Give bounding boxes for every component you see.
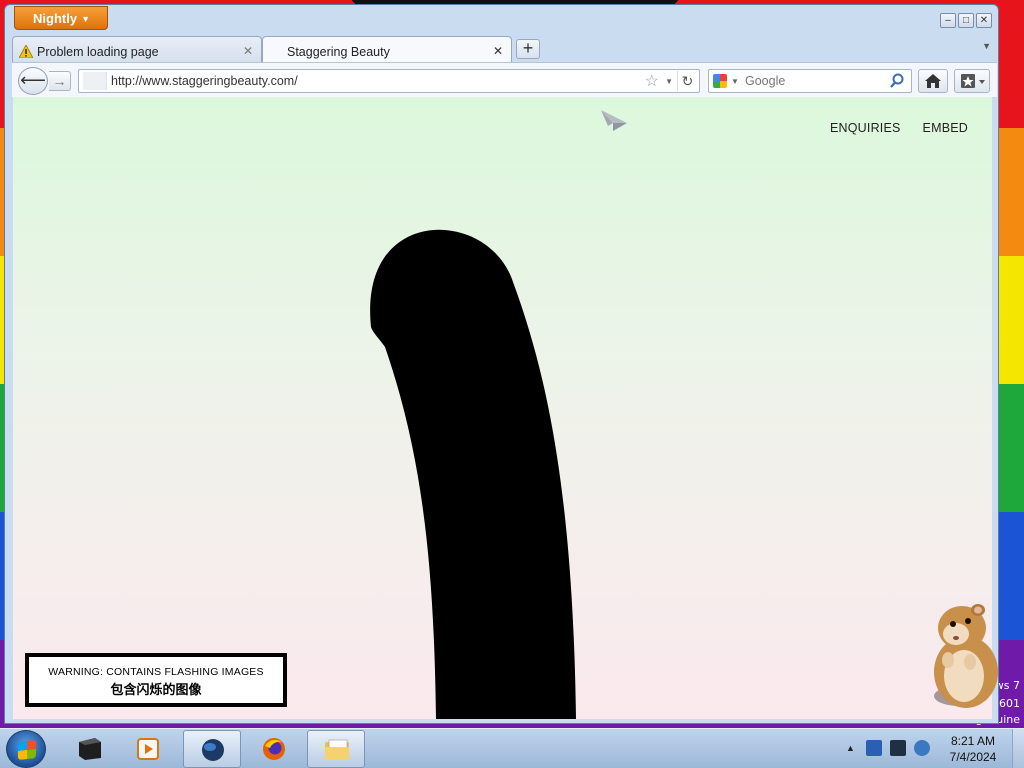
tab-label: Problem loading page [37, 45, 159, 59]
url-text[interactable]: http://www.staggeringbeauty.com/ [111, 74, 298, 88]
close-window-button[interactable]: ✕ [976, 13, 992, 28]
search-engine-dropdown-icon[interactable]: ▼ [731, 77, 739, 86]
taskbar-item-firefox[interactable] [245, 730, 303, 768]
system-tray: ▲ 8:21 AM 7/4/2024 [842, 729, 1024, 768]
address-bar[interactable]: http://www.staggeringbeauty.com/ ☆ ▼ ↻ [78, 69, 700, 93]
chevron-down-icon: ▼ [81, 14, 90, 24]
clock-date: 7/4/2024 [949, 750, 997, 764]
title-bar[interactable]: Nightly ▼ – □ ✕ [5, 5, 998, 35]
taskbar: ▲ 8:21 AM 7/4/2024 [0, 728, 1024, 768]
staggering-beauty-worm[interactable] [13, 97, 992, 719]
volume-icon[interactable] [914, 740, 930, 756]
close-tab-icon[interactable]: ✕ [243, 44, 253, 58]
paper-plane-icon[interactable] [599, 107, 629, 133]
taskbar-item-server-manager[interactable] [60, 730, 118, 768]
warning-text-chinese: 包含闪烁的图像 [110, 683, 202, 698]
server-icon [79, 738, 101, 760]
back-button[interactable]: ⟵ [18, 67, 48, 95]
bookmark-star-icon[interactable]: ☆ [645, 71, 659, 91]
browser-window: Nightly ▼ – □ ✕ Problem loading page ✕ St… [4, 4, 999, 724]
window-controls: – □ ✕ [940, 13, 992, 28]
history-dropdown-icon[interactable]: ▼ [665, 77, 673, 86]
google-logo-icon[interactable] [713, 74, 727, 88]
search-input[interactable]: Google [745, 74, 785, 88]
network-icon[interactable] [890, 740, 906, 756]
home-button[interactable] [918, 69, 948, 93]
navigation-toolbar: ⟵ → http://www.staggeringbeauty.com/ ☆ ▼… [12, 62, 997, 97]
media-player-icon [137, 738, 159, 760]
bookmarks-menu-button[interactable] [954, 69, 990, 93]
nightly-menu-button[interactable]: Nightly ▼ [14, 6, 108, 30]
tab-problem-loading[interactable]: Problem loading page ✕ [12, 36, 262, 62]
forward-arrow-icon: → [52, 73, 67, 89]
site-identity-icon[interactable] [83, 72, 107, 90]
home-icon [925, 74, 941, 88]
tab-staggering-beauty[interactable]: Staggering Beauty ✕ [262, 36, 512, 62]
tray-app-icon[interactable] [866, 740, 882, 756]
clock-time: 8:21 AM [950, 734, 996, 748]
maximize-button[interactable]: □ [958, 13, 974, 28]
page-content[interactable]: ENQUIRIES EMBED WARNING: CONTAINS FLASHI… [13, 97, 992, 719]
reload-icon[interactable]: ↻ [677, 71, 697, 91]
windows-logo-icon [18, 740, 36, 760]
warning-icon [19, 45, 33, 58]
close-tab-icon[interactable]: ✕ [493, 44, 503, 58]
bookmarks-icon [961, 74, 985, 88]
tab-label: Staggering Beauty [287, 45, 390, 59]
clock[interactable]: 8:21 AM 7/4/2024 [938, 733, 1008, 765]
flashing-warning-box: WARNING: CONTAINS FLASHING IMAGES 包含闪烁的图… [25, 653, 287, 707]
firefox-icon [263, 738, 285, 760]
site-nav: ENQUIRIES EMBED [830, 121, 968, 135]
show-desktop-button[interactable] [1012, 729, 1024, 768]
taskbar-item-explorer[interactable] [307, 730, 365, 768]
embed-link[interactable]: EMBED [923, 121, 968, 135]
warning-text-english: WARNING: CONTAINS FLASHING IMAGES [48, 666, 264, 678]
show-hidden-icons-icon[interactable]: ▲ [846, 743, 855, 753]
hamster-sticker[interactable] [920, 600, 1010, 712]
back-arrow-icon: ⟵ [20, 70, 46, 90]
forward-button[interactable]: → [49, 71, 71, 91]
new-tab-button[interactable]: + [516, 39, 540, 59]
nightly-label: Nightly [33, 11, 78, 26]
folder-icon [325, 739, 349, 759]
magnifier-icon[interactable] [889, 72, 905, 90]
globe-icon [202, 739, 224, 761]
minimize-button[interactable]: – [940, 13, 956, 28]
start-button[interactable] [6, 730, 46, 768]
taskbar-item-network[interactable] [183, 730, 241, 768]
search-bar[interactable]: ▼ Google [708, 69, 912, 93]
enquiries-link[interactable]: ENQUIRIES [830, 121, 901, 135]
taskbar-item-media-player[interactable] [120, 730, 178, 768]
tab-strip: Problem loading page ✕ Staggering Beauty… [12, 34, 997, 62]
list-all-tabs-icon[interactable]: ▼ [982, 41, 991, 51]
